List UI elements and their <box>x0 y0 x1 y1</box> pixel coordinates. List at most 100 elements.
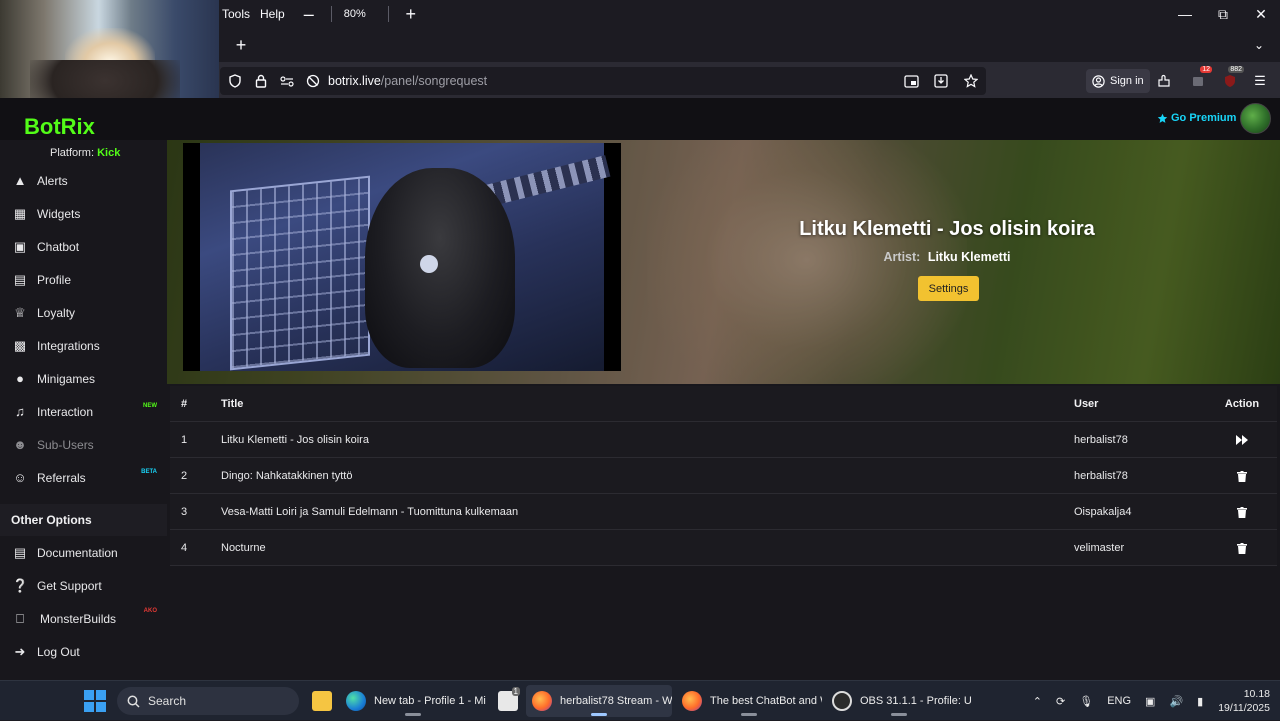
go-premium-link[interactable]: Go Premium <box>1157 112 1236 124</box>
store-icon[interactable]: 1 <box>492 685 522 717</box>
delete-button[interactable] <box>1210 530 1274 566</box>
new-tab-button[interactable]: + <box>230 34 252 56</box>
taskbar-app-edge[interactable]: New tab - Profile 1 - Mic <box>340 685 486 717</box>
id-card-icon: ▤ <box>13 271 27 287</box>
lock-icon[interactable] <box>250 70 272 92</box>
beta-tag: BETA <box>141 469 157 475</box>
tracking-off-icon[interactable] <box>302 70 324 92</box>
go-premium-label: Go Premium <box>1171 112 1237 124</box>
row-title: Dingo: Nahkatakkinen tyttö <box>221 470 353 482</box>
file-explorer-icon[interactable] <box>306 685 334 717</box>
display-icon[interactable]: ▣ <box>1145 695 1155 708</box>
language-indicator[interactable]: ENG <box>1107 695 1131 707</box>
sidebar-item-integrations[interactable]: ▩ Integrations <box>0 329 167 362</box>
sidebar-item-widgets[interactable]: ▦ Widgets <box>0 197 167 230</box>
zoom-level[interactable]: 80% <box>340 8 370 20</box>
firefox-icon <box>682 691 702 711</box>
botrix-app: BotRix Go Premium Platform: Kick ▲ Alerts… <box>0 98 1280 680</box>
running-indicator <box>405 713 421 716</box>
sidebar-item-profile[interactable]: ▤ Profile <box>0 263 167 296</box>
row-title: Vesa-Matti Loiri ja Samuli Edelmann - Tu… <box>221 506 519 518</box>
now-playing-title: Litku Klemetti - Jos olisin koira <box>799 218 1095 240</box>
settings-button[interactable]: Settings <box>918 276 979 301</box>
url-bar[interactable]: botrix.live/panel/songrequest <box>220 67 986 95</box>
sidebar-item-interaction[interactable]: ♫ Interaction NEW <box>0 395 167 428</box>
video-player[interactable] <box>183 143 621 371</box>
table-row: 1 Litku Klemetti - Jos olisin koira herb… <box>170 422 1277 458</box>
taskbar-app-firefox-stream[interactable]: herbalist78 Stream - Wa <box>526 685 672 717</box>
clock[interactable]: 10.18 19/11/2025 <box>1218 687 1270 715</box>
music-icon: ♫ <box>15 404 25 419</box>
column-header-title: Title <box>221 398 244 410</box>
ako-tag: AKO <box>143 608 157 614</box>
trash-icon <box>1237 506 1247 518</box>
menu-help[interactable]: Help <box>260 7 285 21</box>
row-num: 2 <box>181 470 188 482</box>
system-tray: ⌃ ⟳ 🎙 ENG ▣ 🔊 ▮ 10.18 19/11/2025 <box>1026 681 1280 721</box>
url-actions <box>896 70 982 92</box>
sidebar-item-sub-users[interactable]: ☻ Sub-Users <box>0 428 167 461</box>
skip-button[interactable] <box>1210 422 1274 458</box>
docs-icon: ▤ <box>13 544 27 560</box>
sidebar-item-label: Alerts <box>37 173 68 188</box>
warning-icon: ▲ <box>13 173 27 188</box>
delete-button[interactable] <box>1210 458 1274 494</box>
sidebar-item-label: MonsterBuilds <box>40 611 117 626</box>
restore-icon[interactable]: ⧉ <box>1204 0 1242 28</box>
picture-in-picture-icon[interactable] <box>900 70 922 92</box>
hamburger-menu-icon[interactable]: ☰ <box>1248 69 1272 93</box>
volume-icon[interactable]: 🔊 <box>1169 695 1183 708</box>
permissions-icon[interactable] <box>276 70 298 92</box>
bookmark-star-icon[interactable] <box>960 70 982 92</box>
download-icon[interactable] <box>930 70 952 92</box>
minimize-icon[interactable]: — <box>1166 0 1204 28</box>
window-controls: — ⧉ ✕ <box>1166 0 1280 28</box>
sign-in-button[interactable]: Sign in <box>1086 69 1150 93</box>
list-tabs-chevron-icon[interactable]: ⌄ <box>1248 34 1270 56</box>
sidebar-item-get-support[interactable]: ❔ Get Support <box>0 569 167 602</box>
sidebar-item-documentation[interactable]: ▤ Documentation <box>0 536 167 569</box>
taskbar-app-obs[interactable]: OBS 31.1.1 - Profile: Unti <box>826 685 972 717</box>
sidebar-item-loyalty[interactable]: ♕ Loyalty <box>0 296 167 329</box>
menu-tools[interactable]: Tools <box>222 7 250 21</box>
delete-button[interactable] <box>1210 494 1274 530</box>
obs-icon <box>832 691 852 711</box>
row-user: velimaster <box>1074 542 1125 554</box>
battery-icon[interactable]: ▮ <box>1197 695 1203 708</box>
sidebar-item-label: Log Out <box>37 644 80 659</box>
ublock-icon[interactable]: 882 <box>1218 66 1244 93</box>
platform-indicator: Platform: Kick <box>50 147 120 159</box>
extensions-icon[interactable] <box>1152 69 1176 93</box>
windows-start-icon[interactable] <box>84 690 106 712</box>
url-text[interactable]: botrix.live/panel/songrequest <box>328 74 896 88</box>
sidebar-item-referrals[interactable]: ☺ Referrals BETA <box>0 461 167 494</box>
extension-red-icon[interactable]: 12 <box>1186 66 1212 93</box>
chevron-up-icon[interactable]: ⌃ <box>1033 695 1042 708</box>
search-icon <box>127 695 140 708</box>
fast-forward-icon <box>1236 435 1248 445</box>
taskbar-app-firefox-botrix[interactable]: The best ChatBot and W <box>676 685 822 717</box>
column-header-num: # <box>181 398 188 410</box>
microphone-icon[interactable]: 🎙 <box>1079 695 1093 708</box>
taskbar-search[interactable]: Search <box>117 687 299 715</box>
shield-icon[interactable] <box>224 70 246 92</box>
zoom-out-button[interactable]: – <box>295 0 323 28</box>
sidebar-item-monsterbuilds[interactable]: ⎕ MonsterBuilds AKO <box>0 602 167 635</box>
sidebar-item-alerts[interactable]: ▲ Alerts <box>0 164 167 197</box>
video-dog-tag-shape <box>420 255 438 273</box>
close-icon[interactable]: ✕ <box>1242 0 1280 28</box>
column-header-user: User <box>1074 398 1099 410</box>
sidebar-item-minigames[interactable]: ● Minigames <box>0 362 167 395</box>
sidebar-item-chatbot[interactable]: ▣ Chatbot <box>0 230 167 263</box>
sync-icon[interactable]: ⟳ <box>1056 695 1065 708</box>
star-icon <box>1157 113 1168 123</box>
sidebar-item-logout[interactable]: ➜ Log Out <box>0 635 167 668</box>
video-frame <box>200 143 611 371</box>
other-options-heading: Other Options <box>0 504 167 536</box>
logout-icon: ➜ <box>14 643 26 659</box>
avatar[interactable] <box>1240 103 1271 134</box>
sidebar-item-label: Get Support <box>37 578 102 593</box>
brand-logo[interactable]: BotRix <box>24 114 95 140</box>
zoom-in-button[interactable]: + <box>397 0 425 28</box>
sign-in-label: Sign in <box>1110 75 1144 87</box>
